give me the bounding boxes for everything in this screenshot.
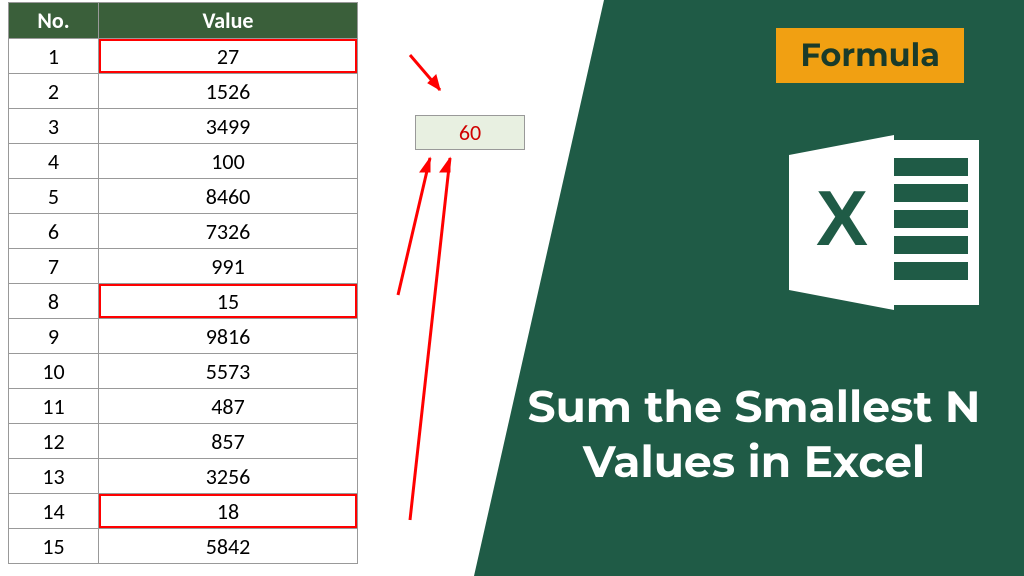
cell-value: 8460 xyxy=(99,179,358,214)
table-row: 127 xyxy=(9,39,358,74)
table-row: 7991 xyxy=(9,249,358,284)
title-text: Sum the Smallest N Values in Excel xyxy=(514,380,994,490)
table-row: 1418 xyxy=(9,494,358,529)
cell-no: 14 xyxy=(9,494,99,529)
table-row: 11487 xyxy=(9,389,358,424)
cell-no: 9 xyxy=(9,319,99,354)
excel-icon: X xyxy=(784,130,984,315)
data-table: No. Value 127215263349941005846067326799… xyxy=(8,2,358,564)
cell-no: 3 xyxy=(9,109,99,144)
table-row: 99816 xyxy=(9,319,358,354)
table-row: 155842 xyxy=(9,529,358,564)
cell-no: 5 xyxy=(9,179,99,214)
table-row: 67326 xyxy=(9,214,358,249)
cell-value: 991 xyxy=(99,249,358,284)
cell-value: 3499 xyxy=(99,109,358,144)
table-row: 105573 xyxy=(9,354,358,389)
cell-value: 487 xyxy=(99,389,358,424)
cell-value: 5573 xyxy=(99,354,358,389)
formula-badge: Formula xyxy=(776,28,964,83)
cell-no: 11 xyxy=(9,389,99,424)
table-row: 58460 xyxy=(9,179,358,214)
table-row: 33499 xyxy=(9,109,358,144)
cell-no: 13 xyxy=(9,459,99,494)
header-no: No. xyxy=(9,3,99,39)
cell-value: 27 xyxy=(99,39,358,74)
svg-text:X: X xyxy=(816,174,868,262)
cell-no: 1 xyxy=(9,39,99,74)
table-row: 815 xyxy=(9,284,358,319)
cell-no: 6 xyxy=(9,214,99,249)
cell-no: 10 xyxy=(9,354,99,389)
table-row: 4100 xyxy=(9,144,358,179)
cell-value: 15 xyxy=(99,284,358,319)
cell-no: 8 xyxy=(9,284,99,319)
cell-no: 7 xyxy=(9,249,99,284)
cell-value: 18 xyxy=(99,494,358,529)
table-row: 133256 xyxy=(9,459,358,494)
cell-value: 1526 xyxy=(99,74,358,109)
cell-value: 857 xyxy=(99,424,358,459)
cell-value: 3256 xyxy=(99,459,358,494)
arrow-icon xyxy=(400,45,460,105)
promo-panel: Formula X Sum the Smallest N Values in E… xyxy=(464,0,1024,576)
cell-value: 9816 xyxy=(99,319,358,354)
table-row: 12857 xyxy=(9,424,358,459)
cell-value: 100 xyxy=(99,144,358,179)
cell-value: 7326 xyxy=(99,214,358,249)
cell-no: 12 xyxy=(9,424,99,459)
cell-no: 15 xyxy=(9,529,99,564)
cell-no: 4 xyxy=(9,144,99,179)
cell-value: 5842 xyxy=(99,529,358,564)
cell-no: 2 xyxy=(9,74,99,109)
table-row: 21526 xyxy=(9,74,358,109)
header-value: Value xyxy=(99,3,358,39)
